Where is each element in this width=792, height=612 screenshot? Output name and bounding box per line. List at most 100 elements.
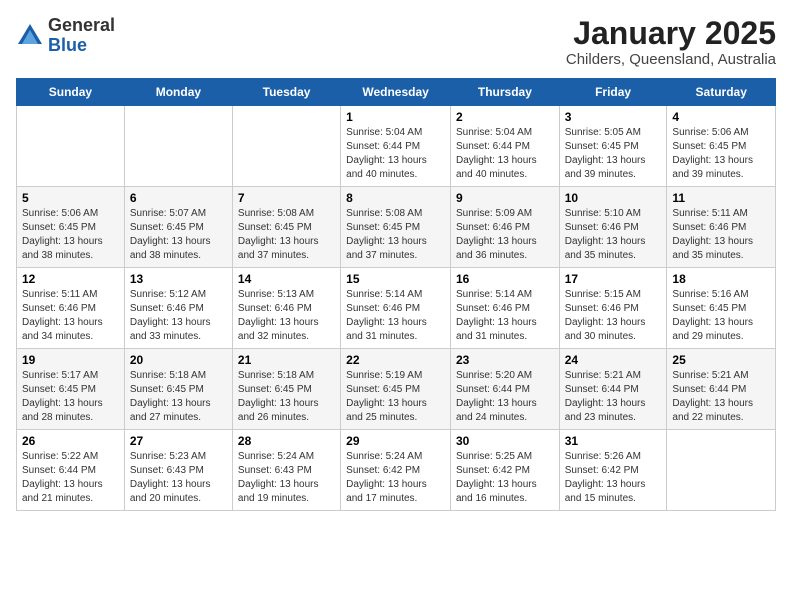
day-number: 3 bbox=[565, 110, 662, 124]
day-number: 12 bbox=[22, 272, 119, 286]
day-detail: Sunrise: 5:04 AM Sunset: 6:44 PM Dayligh… bbox=[456, 126, 554, 182]
day-number: 10 bbox=[565, 191, 662, 205]
day-number: 23 bbox=[456, 353, 554, 367]
calendar-cell: 30 Sunrise: 5:25 AM Sunset: 6:42 PM Dayli… bbox=[450, 430, 559, 511]
day-number: 26 bbox=[22, 434, 119, 448]
day-detail: Sunrise: 5:24 AM Sunset: 6:43 PM Dayligh… bbox=[238, 450, 335, 506]
calendar-cell bbox=[232, 106, 340, 187]
day-number: 31 bbox=[565, 434, 662, 448]
day-detail: Sunrise: 5:12 AM Sunset: 6:46 PM Dayligh… bbox=[130, 288, 227, 344]
calendar-cell: 1 Sunrise: 5:04 AM Sunset: 6:44 PM Daylig… bbox=[341, 106, 451, 187]
day-detail: Sunrise: 5:06 AM Sunset: 6:45 PM Dayligh… bbox=[672, 126, 770, 182]
day-number: 1 bbox=[346, 110, 445, 124]
day-number: 8 bbox=[346, 191, 445, 205]
day-number: 14 bbox=[238, 272, 335, 286]
calendar-week-row: 19Sunrise: 5:17 AM Sunset: 6:45 PM Dayli… bbox=[17, 349, 776, 430]
calendar-title: January 2025 bbox=[566, 16, 776, 51]
day-detail: Sunrise: 5:07 AM Sunset: 6:45 PM Dayligh… bbox=[130, 207, 227, 263]
day-header-wednesday: Wednesday bbox=[341, 79, 451, 106]
day-number: 25 bbox=[672, 353, 770, 367]
day-header-thursday: Thursday bbox=[450, 79, 559, 106]
day-number: 30 bbox=[456, 434, 554, 448]
calendar-cell: 13 Sunrise: 5:12 AM Sunset: 6:46 PM Dayli… bbox=[124, 268, 232, 349]
day-detail: Sunrise: 5:11 AM Sunset: 6:46 PM Dayligh… bbox=[22, 288, 119, 344]
calendar-cell: 18Sunrise: 5:16 AM Sunset: 6:45 PM Dayli… bbox=[667, 268, 776, 349]
calendar-cell: 12 Sunrise: 5:11 AM Sunset: 6:46 PM Dayli… bbox=[17, 268, 125, 349]
day-detail: Sunrise: 5:20 AM Sunset: 6:44 PM Dayligh… bbox=[456, 369, 554, 425]
day-number: 21 bbox=[238, 353, 335, 367]
day-detail: Sunrise: 5:10 AM Sunset: 6:46 PM Dayligh… bbox=[565, 207, 662, 263]
calendar-cell: 2 Sunrise: 5:04 AM Sunset: 6:44 PM Daylig… bbox=[450, 106, 559, 187]
calendar-cell: 23 Sunrise: 5:20 AM Sunset: 6:44 PM Dayli… bbox=[450, 349, 559, 430]
day-number: 19 bbox=[22, 353, 119, 367]
day-detail: Sunrise: 5:18 AM Sunset: 6:45 PM Dayligh… bbox=[130, 369, 227, 425]
calendar-cell: 29Sunrise: 5:24 AM Sunset: 6:42 PM Dayli… bbox=[341, 430, 451, 511]
day-number: 22 bbox=[346, 353, 445, 367]
day-detail: Sunrise: 5:18 AM Sunset: 6:45 PM Dayligh… bbox=[238, 369, 335, 425]
calendar-cell: 16 Sunrise: 5:14 AM Sunset: 6:46 PM Dayli… bbox=[450, 268, 559, 349]
day-detail: Sunrise: 5:14 AM Sunset: 6:46 PM Dayligh… bbox=[456, 288, 554, 344]
day-number: 27 bbox=[130, 434, 227, 448]
day-header-friday: Friday bbox=[559, 79, 667, 106]
calendar-cell: 21 Sunrise: 5:18 AM Sunset: 6:45 PM Dayli… bbox=[232, 349, 340, 430]
day-detail: Sunrise: 5:15 AM Sunset: 6:46 PM Dayligh… bbox=[565, 288, 662, 344]
calendar-cell: 5Sunrise: 5:06 AM Sunset: 6:45 PM Daylig… bbox=[17, 187, 125, 268]
day-detail: Sunrise: 5:23 AM Sunset: 6:43 PM Dayligh… bbox=[130, 450, 227, 506]
calendar-cell: 11Sunrise: 5:11 AM Sunset: 6:46 PM Dayli… bbox=[667, 187, 776, 268]
day-number: 16 bbox=[456, 272, 554, 286]
day-header-tuesday: Tuesday bbox=[232, 79, 340, 106]
day-detail: Sunrise: 5:26 AM Sunset: 6:42 PM Dayligh… bbox=[565, 450, 662, 506]
day-detail: Sunrise: 5:25 AM Sunset: 6:42 PM Dayligh… bbox=[456, 450, 554, 506]
day-number: 28 bbox=[238, 434, 335, 448]
calendar-table: SundayMondayTuesdayWednesdayThursdayFrid… bbox=[16, 78, 776, 511]
day-number: 6 bbox=[130, 191, 227, 205]
day-number: 2 bbox=[456, 110, 554, 124]
day-detail: Sunrise: 5:05 AM Sunset: 6:45 PM Dayligh… bbox=[565, 126, 662, 182]
title-block: January 2025 Childers, Queensland, Austr… bbox=[566, 16, 776, 68]
logo: General Blue bbox=[16, 16, 115, 56]
calendar-cell bbox=[17, 106, 125, 187]
day-detail: Sunrise: 5:21 AM Sunset: 6:44 PM Dayligh… bbox=[672, 369, 770, 425]
calendar-week-row: 5Sunrise: 5:06 AM Sunset: 6:45 PM Daylig… bbox=[17, 187, 776, 268]
logo-icon bbox=[16, 22, 44, 50]
calendar-cell: 17 Sunrise: 5:15 AM Sunset: 6:46 PM Dayli… bbox=[559, 268, 667, 349]
calendar-cell: 7Sunrise: 5:08 AM Sunset: 6:45 PM Daylig… bbox=[232, 187, 340, 268]
calendar-cell: 19Sunrise: 5:17 AM Sunset: 6:45 PM Dayli… bbox=[17, 349, 125, 430]
calendar-cell: 24 Sunrise: 5:21 AM Sunset: 6:44 PM Dayli… bbox=[559, 349, 667, 430]
day-detail: Sunrise: 5:04 AM Sunset: 6:44 PM Dayligh… bbox=[346, 126, 445, 182]
calendar-cell: 6 Sunrise: 5:07 AM Sunset: 6:45 PM Daylig… bbox=[124, 187, 232, 268]
day-header-sunday: Sunday bbox=[17, 79, 125, 106]
calendar-cell: 31 Sunrise: 5:26 AM Sunset: 6:42 PM Dayli… bbox=[559, 430, 667, 511]
day-number: 24 bbox=[565, 353, 662, 367]
calendar-cell: 27 Sunrise: 5:23 AM Sunset: 6:43 PM Dayli… bbox=[124, 430, 232, 511]
day-header-saturday: Saturday bbox=[667, 79, 776, 106]
calendar-cell: 8Sunrise: 5:08 AM Sunset: 6:45 PM Daylig… bbox=[341, 187, 451, 268]
calendar-cell: 20 Sunrise: 5:18 AM Sunset: 6:45 PM Dayli… bbox=[124, 349, 232, 430]
day-detail: Sunrise: 5:06 AM Sunset: 6:45 PM Dayligh… bbox=[22, 207, 119, 263]
calendar-cell bbox=[124, 106, 232, 187]
day-detail: Sunrise: 5:16 AM Sunset: 6:45 PM Dayligh… bbox=[672, 288, 770, 344]
day-number: 20 bbox=[130, 353, 227, 367]
day-header-monday: Monday bbox=[124, 79, 232, 106]
day-detail: Sunrise: 5:13 AM Sunset: 6:46 PM Dayligh… bbox=[238, 288, 335, 344]
calendar-cell: 10 Sunrise: 5:10 AM Sunset: 6:46 PM Dayli… bbox=[559, 187, 667, 268]
calendar-header-row: SundayMondayTuesdayWednesdayThursdayFrid… bbox=[17, 79, 776, 106]
day-number: 15 bbox=[346, 272, 445, 286]
day-number: 4 bbox=[672, 110, 770, 124]
day-number: 11 bbox=[672, 191, 770, 205]
logo-text: General Blue bbox=[48, 16, 115, 56]
calendar-cell: 14 Sunrise: 5:13 AM Sunset: 6:46 PM Dayli… bbox=[232, 268, 340, 349]
page-header: General Blue January 2025 Childers, Quee… bbox=[16, 16, 776, 68]
day-detail: Sunrise: 5:22 AM Sunset: 6:44 PM Dayligh… bbox=[22, 450, 119, 506]
day-number: 17 bbox=[565, 272, 662, 286]
calendar-cell: 28 Sunrise: 5:24 AM Sunset: 6:43 PM Dayli… bbox=[232, 430, 340, 511]
calendar-week-row: 1 Sunrise: 5:04 AM Sunset: 6:44 PM Daylig… bbox=[17, 106, 776, 187]
day-number: 9 bbox=[456, 191, 554, 205]
day-detail: Sunrise: 5:14 AM Sunset: 6:46 PM Dayligh… bbox=[346, 288, 445, 344]
calendar-cell: 15 Sunrise: 5:14 AM Sunset: 6:46 PM Dayli… bbox=[341, 268, 451, 349]
calendar-week-row: 26 Sunrise: 5:22 AM Sunset: 6:44 PM Dayli… bbox=[17, 430, 776, 511]
day-number: 13 bbox=[130, 272, 227, 286]
day-detail: Sunrise: 5:08 AM Sunset: 6:45 PM Dayligh… bbox=[238, 207, 335, 263]
day-detail: Sunrise: 5:21 AM Sunset: 6:44 PM Dayligh… bbox=[565, 369, 662, 425]
calendar-cell: 25 Sunrise: 5:21 AM Sunset: 6:44 PM Dayli… bbox=[667, 349, 776, 430]
